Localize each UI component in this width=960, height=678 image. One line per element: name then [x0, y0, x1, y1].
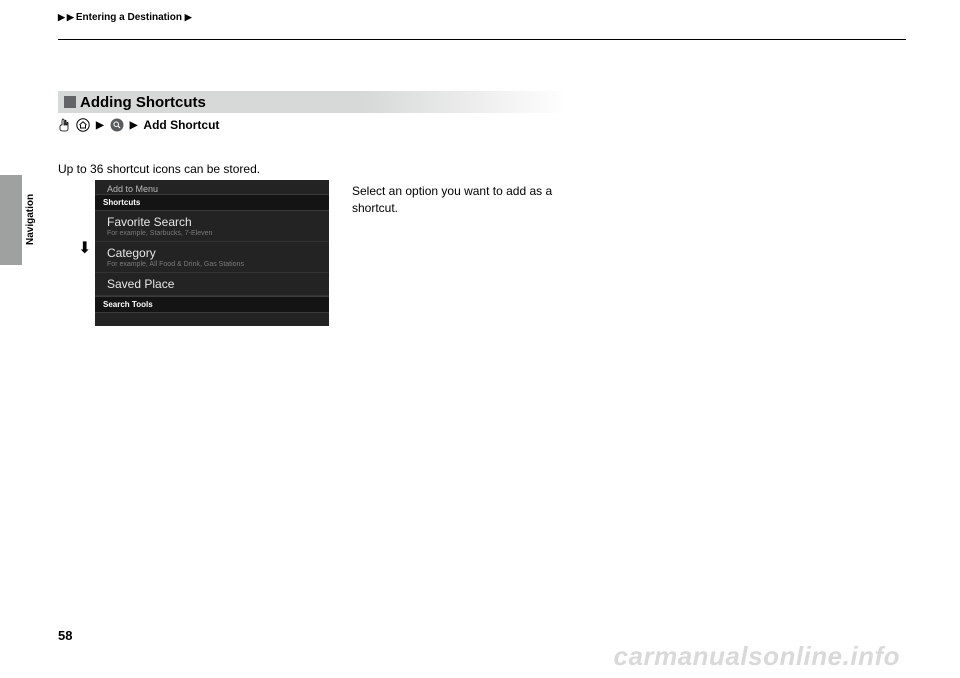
ss-item-title: Saved Place	[107, 277, 321, 291]
ss-item: Saved Place	[95, 273, 329, 296]
body-text-2: Select an option you want to add as a sh…	[352, 183, 582, 218]
down-arrow-icon: ⬇	[78, 238, 91, 258]
body-text-1: Up to 36 shortcut icons can be stored.	[58, 162, 260, 176]
ss-section-searchtools: Search Tools	[95, 296, 329, 313]
watermark: carmanualsonline.info	[614, 641, 900, 672]
home-circle-icon	[76, 118, 90, 132]
header-rule	[58, 39, 906, 40]
ss-item-truncated	[95, 313, 329, 319]
chevron-right-icon: ▶	[130, 120, 138, 131]
chevron-right-icon: ▶	[185, 12, 192, 22]
ss-section-shortcuts: Shortcuts	[95, 194, 329, 211]
ss-title: Add to Menu	[95, 180, 329, 194]
ss-item: Category For example, All Food & Drink, …	[95, 242, 329, 273]
hand-icon	[58, 118, 70, 132]
section-title-text: Adding Shortcuts	[80, 94, 206, 111]
page-number: 58	[58, 628, 72, 643]
chevron-right-icon: ▶	[96, 120, 104, 131]
side-label: Navigation	[25, 194, 36, 245]
ss-item-title: Category	[107, 246, 321, 260]
side-tab	[0, 175, 22, 265]
ss-item-sub: For example, All Food & Drink, Gas Stati…	[107, 261, 321, 268]
section-heading: Adding Shortcuts	[58, 91, 568, 113]
chevron-right-icon: ▶	[58, 12, 65, 22]
magnifier-circle-icon	[110, 118, 124, 132]
ss-item-title: Favorite Search	[107, 215, 321, 229]
header-crumb-text: Entering a Destination	[76, 12, 182, 23]
ss-item: Favorite Search For example, Starbucks, …	[95, 211, 329, 242]
header-breadcrumb: ▶▶Entering a Destination ▶	[58, 12, 906, 23]
breadcrumb-last: Add Shortcut	[143, 118, 219, 132]
nav-path-row: ▶ ▶ Add Shortcut	[58, 118, 219, 132]
device-screenshot: Add to Menu Shortcuts Favorite Search Fo…	[95, 180, 329, 326]
square-bullet-icon	[64, 96, 76, 108]
chevron-right-icon: ▶	[67, 12, 74, 22]
ss-item-sub: For example, Starbucks, 7-Eleven	[107, 230, 321, 237]
